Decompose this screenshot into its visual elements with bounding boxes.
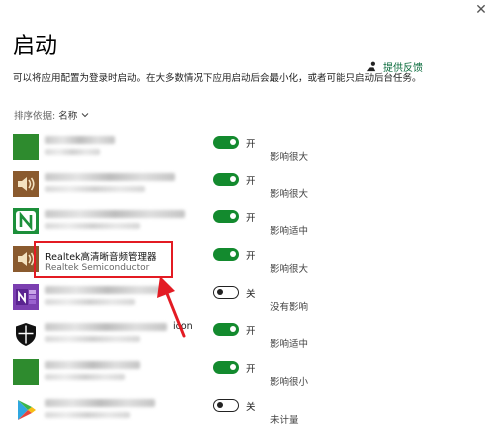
speaker-icon [13, 171, 39, 197]
startup-app-row: 关 未计量 [13, 397, 333, 427]
startup-app-row: 开 影响很小 [13, 359, 333, 389]
startup-impact: 影响很小 [270, 377, 309, 388]
startup-impact: 未计量 [270, 415, 299, 426]
startup-app-row: icon 开 影响适中 [13, 321, 333, 351]
app-name-redacted [45, 173, 175, 181]
highlight-box [34, 241, 173, 278]
toggle-state: 开 [246, 139, 256, 150]
app-name-redacted [45, 136, 115, 144]
startup-toggle[interactable] [213, 136, 239, 149]
play-store-icon [13, 397, 39, 423]
startup-app-row: 关 没有影响 [13, 284, 333, 314]
toggle-state: 关 [246, 289, 256, 300]
startup-toggle[interactable] [213, 323, 239, 336]
app-name-tail: icon [173, 321, 193, 332]
sort-dropdown[interactable]: 排序依据: 名称 [14, 108, 90, 122]
startup-impact: 没有影响 [270, 302, 309, 313]
sort-label: 排序依据: [14, 111, 56, 122]
toggle-state: 开 [246, 251, 256, 262]
app-publisher-redacted [45, 374, 125, 380]
startup-toggle[interactable] [213, 210, 239, 223]
n-app-icon [13, 208, 39, 234]
app-name-redacted [45, 210, 185, 218]
app-name-redacted [45, 323, 167, 331]
startup-toggle[interactable] [213, 361, 239, 374]
toggle-state: 关 [246, 402, 256, 413]
startup-toggle[interactable] [213, 286, 239, 299]
shield-icon [13, 321, 39, 347]
startup-toggle[interactable] [213, 399, 239, 412]
app-publisher-redacted [45, 223, 140, 229]
app-name-redacted [45, 361, 140, 369]
startup-description: 可以将应用配置为登录时启动。在大多数情况下应用启动后会最小化，或者可能只启动后台… [13, 73, 422, 84]
startup-impact: 影响很大 [270, 152, 309, 163]
app-name-redacted [45, 399, 155, 407]
sort-value: 名称 [58, 111, 78, 122]
chevron-down-icon [81, 113, 89, 118]
app-publisher-redacted [45, 299, 135, 305]
startup-toggle[interactable] [213, 173, 239, 186]
app-name-redacted [45, 286, 170, 294]
toggle-state: 开 [246, 326, 256, 337]
toggle-state: 开 [246, 213, 256, 224]
close-button[interactable]: ✕ [462, 0, 500, 22]
startup-toggle[interactable] [213, 248, 239, 261]
green-square-icon [13, 134, 39, 160]
page-title: 启动 [13, 34, 58, 59]
startup-app-row: 开 影响适中 [13, 208, 333, 238]
toggle-state: 开 [246, 176, 256, 187]
startup-app-row: 开 影响很大 [13, 171, 333, 201]
app-publisher-redacted [45, 186, 145, 192]
app-publisher-redacted [45, 336, 140, 342]
startup-impact: 影响适中 [270, 339, 309, 350]
startup-impact: 影响适中 [270, 226, 309, 237]
app-publisher-redacted [45, 412, 130, 418]
startup-app-row: 开 影响很大 [13, 134, 333, 164]
app-publisher-redacted [45, 149, 100, 155]
green-square-icon [13, 359, 39, 385]
startup-impact: 影响很大 [270, 264, 309, 275]
toggle-state: 开 [246, 364, 256, 375]
startup-impact: 影响很大 [270, 189, 309, 200]
onenote-icon [13, 284, 39, 310]
